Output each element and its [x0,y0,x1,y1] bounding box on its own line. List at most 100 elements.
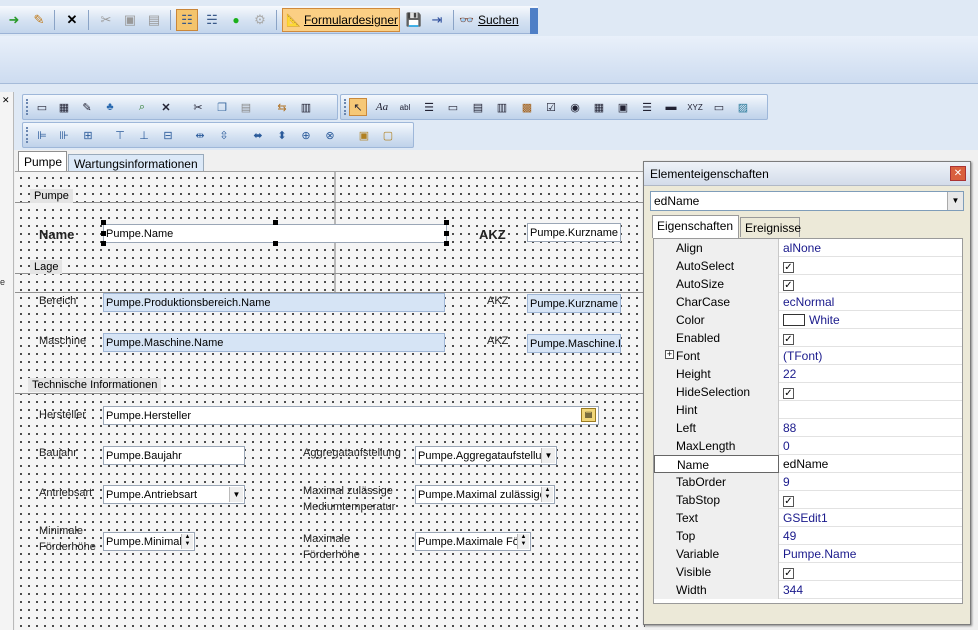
checkbox-checked-icon[interactable]: ✓ [783,280,794,291]
label-tool-icon[interactable]: Aa [373,98,391,116]
property-row-variable[interactable]: Variable Pumpe.Name [654,545,962,563]
spin-tool-icon[interactable]: ▥ [493,98,511,116]
property-value[interactable]: ✓ [780,275,962,293]
property-value[interactable]: GSEdit1 [780,509,962,527]
property-value[interactable]: ✓ [780,257,962,275]
property-value[interactable]: 49 [780,527,962,545]
expand-icon[interactable]: + [665,350,674,359]
status-green-icon[interactable]: ● [225,9,247,31]
property-value[interactable]: ✓ [780,563,962,581]
frame-tool-icon[interactable]: ▭ [710,98,728,116]
align-right-icon[interactable]: ⊪ [55,126,73,144]
spin-arrows-icon[interactable]: ▲ ▼ [181,534,193,549]
new-form-icon[interactable]: ▭ [33,98,51,116]
align-top-icon[interactable]: ⊤ [111,126,129,144]
export-icon[interactable]: ⇥ [426,9,448,31]
kurzname-bereich-field[interactable]: Pumpe.Kurzname [527,294,621,313]
property-row-font[interactable]: Font + (TFont) [654,347,962,365]
maschine-field[interactable]: Pumpe.Maschine.Name [103,333,445,352]
settings-icon[interactable]: ⚙ [249,9,271,31]
checkbox-checked-icon[interactable]: ✓ [783,262,794,273]
property-row-hint[interactable]: Hint [654,401,962,419]
tab-pumpe[interactable]: Pumpe [18,151,67,171]
close-icon[interactable]: ✕ [950,166,966,181]
structure-icon[interactable]: ☵ [201,9,223,31]
tab-ereignisse[interactable]: Ereignisse [740,217,801,237]
picture-tool-icon[interactable]: ▨ [734,98,752,116]
min-foerder-spin[interactable]: Pumpe.Minimale ▲ ▼ [103,532,195,551]
property-value[interactable]: 344 [780,581,962,599]
spin-arrows-icon[interactable]: ▲ ▼ [541,487,553,502]
toolbar-grip[interactable] [26,99,29,115]
chevron-down-icon[interactable]: ▼ [229,487,243,502]
property-value[interactable]: ✓ [780,329,962,347]
tab-order-icon[interactable]: ⇆ [273,98,291,116]
checkbox-checked-icon[interactable]: ✓ [783,334,794,345]
save-icon[interactable]: 💾 [403,9,425,31]
antriebsart-select[interactable]: Pumpe.Antriebsart ▼ [103,485,245,504]
radio-tool-icon[interactable]: ◉ [566,98,584,116]
property-row-top[interactable]: Top 49 [654,527,962,545]
properties-title[interactable]: Elementeigenschaften [644,162,970,186]
toolbar-grip[interactable] [344,99,347,115]
back-icon[interactable]: ➜ [3,9,25,31]
property-value[interactable]: 88 [780,419,962,437]
search-button[interactable]: 👓 Suchen [459,9,519,31]
selection-handle[interactable] [101,231,106,236]
aggregat-select[interactable]: Pumpe.Aggregataufstellu ▼ [415,446,557,465]
center-horizontal-icon[interactable]: ⊕ [297,126,315,144]
list-tool-icon[interactable]: ☰ [638,98,656,116]
space-vertical-icon[interactable]: ⇳ [215,126,233,144]
maschine-kurzname-field[interactable]: Pumpe.Maschine.K [527,334,621,353]
property-row-text[interactable]: Text GSEdit1 [654,509,962,527]
property-row-height[interactable]: Height 22 [654,365,962,383]
property-row-taborder[interactable]: TabOrder 9 [654,473,962,491]
bring-to-front-icon[interactable]: ▣ [355,126,373,144]
max-foerder-spin[interactable]: Pumpe.Maximale För ▲ ▼ [415,532,531,551]
property-value[interactable]: (TFont) [780,347,962,365]
edit-tool-icon[interactable]: abl [396,98,414,116]
tab-wartungsinformationen[interactable]: Wartungsinformationen [68,154,204,171]
property-value[interactable]: Pumpe.Name [780,545,962,563]
image-list-tool-icon[interactable]: ▩ [518,98,536,116]
formulardesigner-button[interactable]: 📐 Formulardesigner [282,8,400,32]
property-value[interactable]: ✓ [780,491,962,509]
center-vertical-icon[interactable]: ⊗ [321,126,339,144]
property-row-enabled[interactable]: Enabled ✓ [654,329,962,347]
property-row-maxlength[interactable]: MaxLength 0 [654,437,962,455]
cut-icon[interactable]: ✂ [95,9,117,31]
selection-handle[interactable] [273,220,278,225]
component-selector[interactable]: edName ▼ [650,191,964,211]
property-value[interactable]: White [780,311,962,329]
align-center-horizontal-icon[interactable]: ⊞ [79,126,97,144]
baujahr-field[interactable]: Pumpe.Baujahr [103,446,245,465]
delete-component-icon[interactable]: ✕ [157,98,175,116]
property-row-tabstop[interactable]: TabStop ✓ [654,491,962,509]
property-row-width[interactable]: Width 344 [654,581,962,599]
property-row-align[interactable]: Align alNone [654,239,962,257]
property-row-left[interactable]: Left 88 [654,419,962,437]
property-value[interactable]: ✓ [780,383,962,401]
property-value[interactable]: ecNormal [780,293,962,311]
kurzname-field[interactable]: Pumpe.Kurzname [527,223,621,242]
property-row-hideselection[interactable]: HideSelection ✓ [654,383,962,401]
selection-handle[interactable] [444,220,449,225]
align-left-icon[interactable]: ⊫ [33,126,51,144]
edit-icon[interactable]: ✎ [28,9,50,31]
checkbox-checked-icon[interactable]: ✓ [783,568,794,579]
panel-tool-icon[interactable]: ▭ [444,98,462,116]
property-value[interactable]: 0 [780,437,962,455]
listbox-tool-icon[interactable]: ▦ [590,98,608,116]
selection-handle[interactable] [444,241,449,246]
property-value[interactable]: alNone [780,239,962,257]
combobox-tool-icon[interactable]: ▣ [614,98,632,116]
max-temp-spin[interactable]: Pumpe.Maximal zulässige ▲ ▼ [415,485,555,504]
send-to-back-icon[interactable]: ▢ [379,126,397,144]
xyz-tool-icon[interactable]: XYZ [686,98,704,116]
property-row-autosize[interactable]: AutoSize ✓ [654,275,962,293]
property-row-autoselect[interactable]: AutoSelect ✓ [654,257,962,275]
chevron-down-icon[interactable]: ▼ [947,192,963,210]
bereich-field[interactable]: Pumpe.Produktionsbereich.Name [103,293,445,312]
edit-form-icon[interactable]: ✎ [78,98,96,116]
selection-handle[interactable] [444,231,449,236]
